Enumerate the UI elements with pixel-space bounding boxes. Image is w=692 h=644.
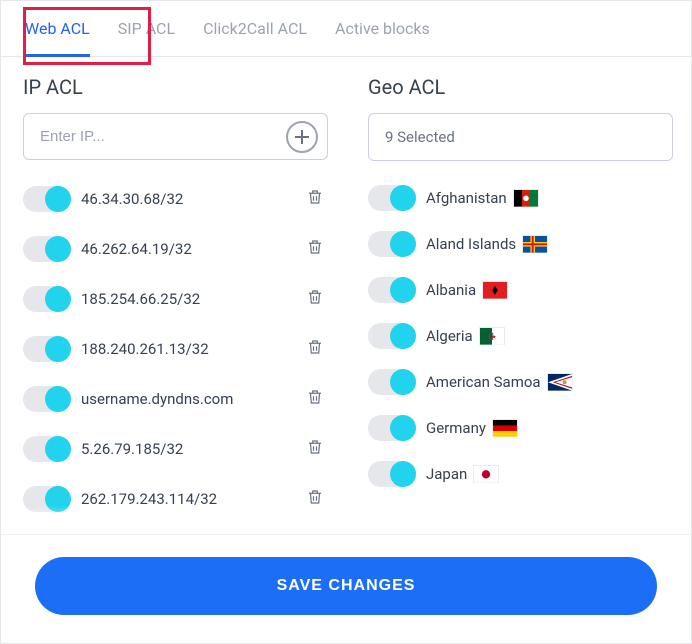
delete-ip-button[interactable]: [302, 384, 328, 414]
delete-ip-button[interactable]: [302, 434, 328, 464]
geo-toggle[interactable]: [368, 369, 416, 395]
ip-label: 5.26.79.185/32: [81, 440, 302, 458]
geo-label: Afghanistan: [426, 189, 673, 207]
ip-toggle[interactable]: [23, 436, 71, 462]
geo-row: American Samoa: [368, 359, 673, 405]
geo-row: Algeria: [368, 313, 673, 359]
ip-row: 5.26.79.185/32: [23, 424, 328, 474]
geo-label: Germany: [426, 419, 673, 437]
geo-select-wrap: 9 Selected: [368, 113, 673, 161]
ip-row: 46.34.30.68/32: [23, 174, 328, 224]
geo-row: Japan: [368, 451, 673, 497]
geo-row: Aland Islands: [368, 221, 673, 267]
ip-list: 46.34.30.68/32 46.262.64.19/32 185.254.66.…: [23, 174, 328, 534]
geo-toggle[interactable]: [368, 461, 416, 487]
ip-row: username.dyndns.com: [23, 374, 328, 424]
ip-row: 188.240.261.13/32: [23, 324, 328, 374]
plus-icon: [294, 129, 310, 145]
ip-label: 46.262.64.19/32: [81, 240, 302, 258]
ip-label: username.dyndns.com: [81, 390, 302, 408]
footer: SAVE CHANGES: [1, 534, 691, 643]
tab-web-acl[interactable]: Web ACL: [25, 19, 90, 57]
trash-icon: [306, 241, 324, 260]
ip-label: 46.34.30.68/32: [81, 190, 302, 208]
geo-toggle[interactable]: [368, 323, 416, 349]
trash-icon: [306, 441, 324, 460]
flag-icon: [513, 189, 539, 207]
geo-acl-column: Geo ACL 9 Selected Afghanistan Aland Isl…: [346, 57, 691, 534]
tab-active-blocks[interactable]: Active blocks: [335, 19, 430, 56]
ip-toggle[interactable]: [23, 236, 71, 262]
geo-acl-title: Geo ACL: [368, 75, 673, 99]
ip-toggle[interactable]: [23, 486, 71, 512]
flag-icon: [479, 327, 505, 345]
ip-row: 185.254.66.25/32: [23, 274, 328, 324]
acl-panel: Web ACL SIP ACL Click2Call ACL Active bl…: [0, 0, 692, 644]
ip-row: 46.262.64.19/32: [23, 224, 328, 274]
geo-row: Afghanistan: [368, 175, 673, 221]
geo-label: Japan: [426, 465, 673, 483]
ip-toggle[interactable]: [23, 336, 71, 362]
delete-ip-button[interactable]: [302, 234, 328, 264]
tab-bar: Web ACL SIP ACL Click2Call ACL Active bl…: [1, 1, 691, 57]
trash-icon: [306, 341, 324, 360]
trash-icon: [306, 491, 324, 510]
flag-icon: [522, 235, 548, 253]
ip-label: 262.179.243.114/32: [81, 490, 302, 508]
trash-icon: [306, 191, 324, 210]
ip-input-wrap: [23, 113, 328, 160]
ip-input[interactable]: [23, 113, 328, 160]
ip-label: 188.240.261.13/32: [81, 340, 302, 358]
trash-icon: [306, 391, 324, 410]
delete-ip-button[interactable]: [302, 484, 328, 514]
geo-toggle[interactable]: [368, 277, 416, 303]
delete-ip-button[interactable]: [302, 284, 328, 314]
flag-icon: [547, 373, 573, 391]
ip-toggle[interactable]: [23, 186, 71, 212]
geo-label: Albania: [426, 281, 673, 299]
flag-icon: [482, 281, 508, 299]
geo-select[interactable]: 9 Selected: [368, 113, 673, 161]
content-area: IP ACL 46.34.30.68/32 46.262.64.19/32 185.…: [1, 57, 691, 534]
save-changes-button[interactable]: SAVE CHANGES: [35, 557, 657, 615]
flag-icon: [473, 465, 499, 483]
tab-click2call-acl[interactable]: Click2Call ACL: [203, 19, 307, 56]
geo-toggle[interactable]: [368, 415, 416, 441]
geo-toggle[interactable]: [368, 185, 416, 211]
ip-toggle[interactable]: [23, 286, 71, 312]
ip-acl-title: IP ACL: [23, 75, 328, 99]
geo-label: Aland Islands: [426, 235, 673, 253]
geo-row: Germany: [368, 405, 673, 451]
delete-ip-button[interactable]: [302, 334, 328, 364]
tab-sip-acl[interactable]: SIP ACL: [118, 19, 175, 56]
flag-icon: [492, 419, 518, 437]
delete-ip-button[interactable]: [302, 184, 328, 214]
geo-label: American Samoa: [426, 373, 673, 391]
ip-acl-column: IP ACL 46.34.30.68/32 46.262.64.19/32 185.…: [1, 57, 346, 534]
geo-label: Algeria: [426, 327, 673, 345]
ip-label: 185.254.66.25/32: [81, 290, 302, 308]
ip-row: 262.179.243.114/32: [23, 474, 328, 524]
geo-toggle[interactable]: [368, 231, 416, 257]
trash-icon: [306, 291, 324, 310]
geo-row: Albania: [368, 267, 673, 313]
add-ip-button[interactable]: [286, 121, 318, 153]
geo-list: Afghanistan Aland Islands Albania Algeri…: [368, 175, 673, 534]
ip-toggle[interactable]: [23, 386, 71, 412]
